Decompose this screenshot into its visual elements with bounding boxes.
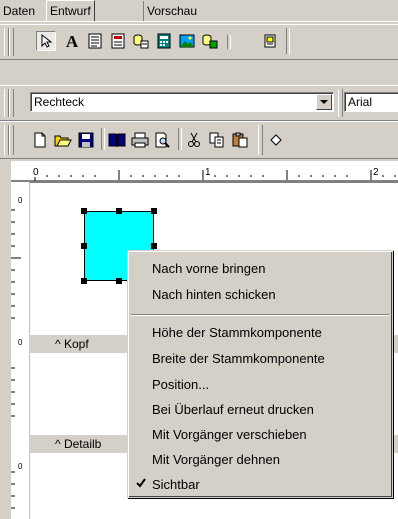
menu-item-parent-height[interactable]: Höhe der Stammkomponente: [152, 325, 322, 340]
tab-divider: [0, 21, 398, 22]
band-label-detail: ^ Detailb: [55, 437, 102, 451]
menu-item-shift-with-parent[interactable]: Mit Vorgänger verschieben: [152, 427, 307, 442]
page-setup-icon[interactable]: [107, 130, 127, 150]
ruler-label-1: 1: [205, 167, 211, 178]
resize-handle-sw[interactable]: [81, 278, 87, 284]
tools-toolbar: A: [0, 24, 398, 60]
text-tool-icon[interactable]: A: [62, 31, 82, 51]
memo-tool-icon[interactable]: [85, 31, 105, 51]
menu-item-position[interactable]: Position...: [152, 377, 209, 392]
menu-item-visible[interactable]: Sichtbar: [152, 477, 200, 492]
toolbar-separator: [227, 35, 231, 49]
font-name-value: Arial: [348, 95, 373, 109]
dbcalc-tool-icon[interactable]: [154, 31, 174, 51]
vruler-label-header: 0: [18, 196, 23, 205]
object-type-value: Rechteck: [34, 95, 85, 109]
menu-item-stretch-with-parent[interactable]: Mit Vorgänger dehnen: [152, 452, 280, 467]
open-folder-icon[interactable]: [53, 130, 73, 150]
paste-icon[interactable]: [230, 130, 250, 150]
check-icon: [136, 477, 146, 491]
cut-icon[interactable]: [184, 130, 204, 150]
dbimage-tool-icon[interactable]: [200, 31, 220, 51]
resize-handle-nw[interactable]: [81, 208, 87, 214]
toolbar-grip: [9, 28, 14, 56]
ruler-label-2: 2: [373, 167, 379, 178]
toolbar-grip: [338, 89, 343, 117]
font-name-select[interactable]: Arial: [344, 92, 398, 112]
ruler-label-0: 0: [33, 167, 39, 178]
toolbar-grip: [9, 89, 14, 117]
tab-vorschau[interactable]: Vorschau: [143, 1, 201, 21]
format-toolbar: Rechteck Arial: [0, 85, 398, 121]
print-preview-icon[interactable]: [153, 130, 173, 150]
toolbar-separator: [101, 128, 105, 150]
menu-item-parent-width[interactable]: Breite der Stammkomponente: [152, 351, 325, 366]
horizontal-ruler: 0 1 2: [11, 164, 398, 183]
menu-item-bring-to-front[interactable]: Nach vorne bringen: [152, 261, 265, 276]
copy-icon[interactable]: [207, 130, 227, 150]
tab-daten[interactable]: Daten: [0, 1, 39, 21]
fill-color-icon[interactable]: [266, 130, 286, 150]
vruler-label-kopf: 0: [18, 338, 23, 347]
print-icon[interactable]: [130, 130, 150, 150]
toolbar-grip: [9, 125, 14, 155]
toolbar-separator: [286, 28, 290, 54]
menu-item-reprint-on-overflow[interactable]: Bei Überlauf erneut drucken: [152, 402, 314, 417]
band-tool-icon[interactable]: [260, 31, 280, 51]
vruler-label-detail: 0: [18, 462, 23, 471]
resize-handle-e[interactable]: [151, 243, 157, 249]
toolbar-grip: [258, 125, 263, 155]
band-label-kopf: ^ Kopf: [55, 337, 89, 351]
object-type-select[interactable]: Rechteck: [30, 92, 334, 112]
dbtext-tool-icon[interactable]: [131, 31, 151, 51]
menu-item-send-to-back[interactable]: Nach hinten schicken: [152, 287, 276, 302]
image-tool-icon[interactable]: [177, 31, 197, 51]
select-pointer-icon[interactable]: [36, 31, 56, 51]
menu-separator: [131, 314, 389, 316]
standard-toolbar: [0, 121, 398, 159]
resize-handle-w[interactable]: [81, 243, 87, 249]
save-icon[interactable]: [76, 130, 96, 150]
new-file-icon[interactable]: [30, 130, 50, 150]
resize-handle-s[interactable]: [116, 278, 122, 284]
resize-handle-n[interactable]: [116, 208, 122, 214]
vertical-ruler: 0 0 0: [11, 182, 30, 519]
resize-handle-ne[interactable]: [151, 208, 157, 214]
toolbar-separator: [178, 128, 182, 150]
richtext-tool-icon[interactable]: [108, 31, 128, 51]
tab-entwurf[interactable]: Entwurf: [46, 0, 95, 22]
chevron-down-icon[interactable]: [316, 94, 332, 110]
context-menu: Nach vorne bringen Nach hinten schicken …: [127, 250, 393, 498]
